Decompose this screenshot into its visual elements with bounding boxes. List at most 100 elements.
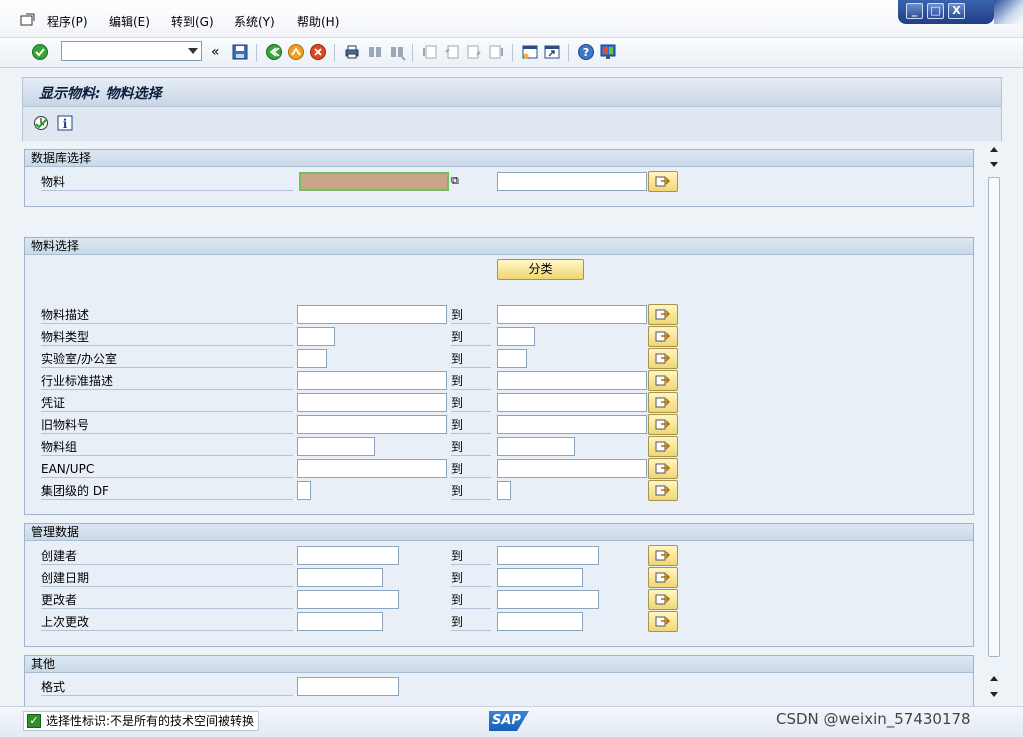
row-format: 格式 [25,676,973,698]
group-header: 其他 [25,656,973,673]
scroll-down-icon[interactable] [990,692,998,697]
menu-system[interactable]: 系统(Y) [234,13,275,30]
multiple-selection-button[interactable] [648,545,678,566]
arrow-right-icon [655,309,671,320]
search-help-icon[interactable]: ⧉ [451,174,459,188]
find-next-icon[interactable] [388,43,406,61]
range-from-field[interactable] [297,327,335,346]
multiple-selection-button[interactable] [648,611,678,632]
close-button[interactable]: X [948,3,965,19]
range-from-field[interactable] [297,568,383,587]
first-page-icon[interactable] [421,43,439,61]
toolbar-separator [334,44,335,62]
range-from-field[interactable] [297,437,375,456]
arrow-right-icon [655,397,671,408]
selection-row: 物料描述 到 [25,304,973,326]
arrow-right-icon [655,419,671,430]
range-from-field[interactable] [297,415,447,434]
range-from-field[interactable] [297,459,447,478]
shortcut-icon[interactable] [543,43,561,61]
field-label: 物料描述 [41,306,293,324]
range-from-field[interactable] [297,371,447,390]
range-to-field[interactable] [497,327,535,346]
maximize-button[interactable]: □ [927,3,944,19]
back-icon[interactable] [265,43,283,61]
menu-edit[interactable]: 编辑(E) [109,13,150,30]
multiple-selection-button[interactable] [648,414,678,435]
execute-icon[interactable] [33,115,49,131]
status-message[interactable]: ✓ 选择性标识:不是所有的技术空间被转换 [23,711,260,731]
prev-page-icon[interactable] [443,43,461,61]
enter-icon[interactable] [31,43,49,61]
print-icon[interactable] [343,43,361,61]
arrow-right-icon [655,353,671,364]
scroll-down-icon[interactable] [990,162,998,167]
material-from-field[interactable] [299,172,449,191]
selection-row: 创建日期 到 [25,567,973,589]
arrow-right-icon [655,572,671,583]
multiple-selection-button[interactable] [648,567,678,588]
multiple-selection-button[interactable] [648,436,678,457]
application-toolbar: i [22,107,1002,141]
chevron-down-icon[interactable] [188,48,198,54]
material-to-field[interactable] [497,172,647,191]
info-icon[interactable]: i [57,115,73,131]
scroll-up-icon[interactable] [990,676,998,681]
format-field[interactable] [297,677,399,696]
range-to-field[interactable] [497,349,527,368]
range-to-field[interactable] [497,305,647,324]
range-to-field[interactable] [497,393,647,412]
range-to-field[interactable] [497,568,583,587]
command-field[interactable] [61,41,202,61]
layout-icon[interactable] [599,43,617,61]
success-check-icon: ✓ [27,714,41,728]
range-from-field[interactable] [297,590,399,609]
scroll-thumb[interactable] [988,177,1000,657]
multiple-selection-button[interactable] [648,370,678,391]
multiple-selection-button[interactable] [648,480,678,501]
multiple-selection-button[interactable] [648,589,678,610]
range-to-field[interactable] [497,546,599,565]
range-from-field[interactable] [297,393,447,412]
range-to-field[interactable] [497,481,511,500]
system-menu-icon[interactable] [20,13,36,27]
multiple-selection-button[interactable] [648,326,678,347]
range-to-field[interactable] [497,459,647,478]
multiple-selection-button[interactable] [648,392,678,413]
multiple-selection-button[interactable] [648,458,678,479]
help-icon[interactable]: ? [577,43,595,61]
range-to-field[interactable] [497,437,575,456]
last-page-icon[interactable] [487,43,505,61]
new-session-icon[interactable] [521,43,539,61]
next-page-icon[interactable] [465,43,483,61]
range-to-label: 到 [451,306,491,324]
multiple-selection-button[interactable] [648,304,678,325]
range-to-field[interactable] [497,590,599,609]
menu-help[interactable]: 帮助(H) [297,13,339,30]
save-icon[interactable] [231,43,249,61]
watermark-text: CSDN @weixin_57430178 [776,710,971,728]
menu-goto[interactable]: 转到(G) [171,13,214,30]
svg-text:i: i [63,117,68,131]
classification-button[interactable]: 分类 [497,259,584,280]
range-from-field[interactable] [297,305,447,324]
selection-row: 物料组 到 [25,436,973,458]
range-to-field[interactable] [497,415,647,434]
range-from-field[interactable] [297,481,311,500]
range-to-field[interactable] [497,612,583,631]
scroll-up-icon[interactable] [990,147,998,152]
cancel-icon[interactable] [309,43,327,61]
range-to-field[interactable] [497,371,647,390]
exit-icon[interactable] [287,43,305,61]
multiple-selection-button[interactable] [648,348,678,369]
field-label: 物料 [41,173,293,191]
find-icon[interactable] [366,43,384,61]
double-chevron-icon[interactable]: « [211,44,220,60]
range-from-field[interactable] [297,349,327,368]
multiple-selection-button[interactable] [648,171,678,192]
range-from-field[interactable] [297,546,399,565]
minimize-button[interactable]: _ [906,3,923,19]
range-from-field[interactable] [297,612,383,631]
vertical-scrollbar[interactable] [986,141,1002,706]
menu-program[interactable]: 程序(P) [47,13,88,30]
